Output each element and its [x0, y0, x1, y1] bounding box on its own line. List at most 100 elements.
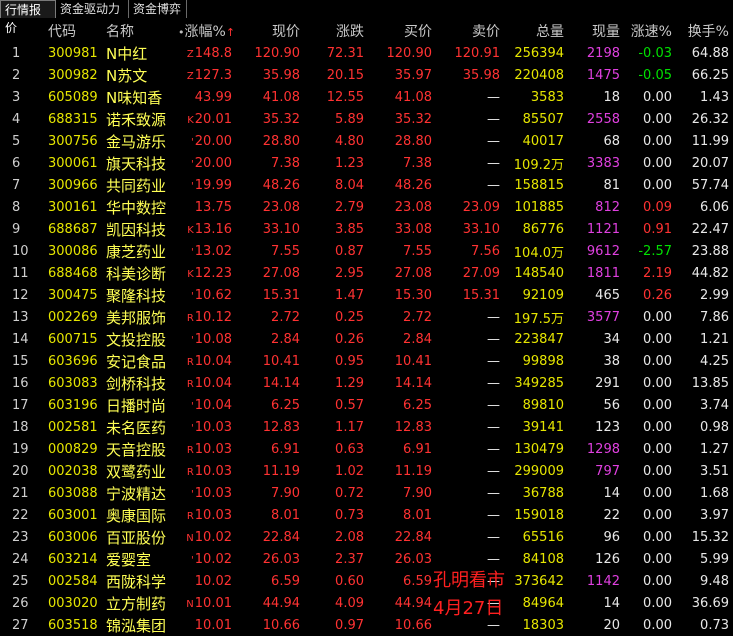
change: 0.73 — [335, 507, 364, 523]
tab-fund-drive[interactable]: 资金驱动力 — [56, 0, 129, 18]
col-code[interactable]: 代码 — [44, 20, 102, 42]
col-current-volume[interactable]: 现量 — [568, 20, 624, 42]
current-volume: 797 — [595, 463, 620, 479]
table-row[interactable]: 11 688468 科美诊断 K12.23 27.08 2.95 27.08 27.09 148… — [0, 262, 733, 284]
ask-price: 23.09 — [462, 199, 500, 215]
speed: 0.00 — [643, 111, 672, 127]
current-volume: 3383 — [586, 155, 620, 171]
table-row[interactable]: 27 603518 锦泓集团 10.01 10.66 0.97 10.66—18303 20 0… — [0, 614, 733, 636]
change-pct: '10.08 — [174, 328, 236, 350]
table-row[interactable]: 19 000829 天音控股 R10.03 6.91 0.63 6.91 — 130479 129… — [0, 438, 733, 460]
table-row[interactable]: 1 300981 N中红 Z148.8 120.90 72.31 120.90 120.91 2… — [0, 42, 733, 64]
change: 2.08 — [335, 529, 364, 545]
table-row[interactable]: 12 300475 聚隆科技 '10.62 15.31 1.47 15.30 15.31 921… — [0, 284, 733, 306]
col-speed[interactable]: 涨速% — [624, 20, 676, 42]
table-row[interactable]: 14 600715 文投控股 '10.08 2.84 0.26 2.84 — 223847 34 0… — [0, 328, 733, 350]
bid-price: 27.08 — [394, 265, 432, 281]
speed: 2.19 — [643, 265, 672, 281]
stock-tag-mark: ' — [191, 334, 194, 346]
col-turnover[interactable]: 换手% — [676, 20, 733, 42]
price: 44.94 — [262, 595, 300, 611]
col-ask[interactable]: 卖价 — [436, 20, 504, 42]
col-name[interactable]: 名称 — [102, 20, 174, 42]
table-row[interactable]: 4 688315 诺禾致源 K20.01 35.32 5.89 35.32 — 85507 255… — [0, 108, 733, 130]
table-row[interactable]: 3 605089 N味知香 43.99 41.08 12.55 41.08 — 3583 18 0.… — [0, 86, 733, 108]
change-pct: '10.02 — [174, 548, 236, 570]
stock-code: 688468 — [48, 265, 98, 281]
total-volume: 84108 — [522, 551, 564, 567]
tab-fund-game[interactable]: 资金博弈 — [129, 0, 187, 18]
speed: 0.00 — [643, 485, 672, 501]
total-volume: 349285 — [514, 375, 564, 391]
stock-name: 立方制药 — [106, 594, 167, 613]
current-volume: 56 — [603, 397, 620, 413]
stock-tag-mark: ' — [191, 400, 194, 412]
table-row[interactable]: 17 603196 日播时尚 '10.04 6.25 0.57 6.25 — 89810 56 0.… — [0, 394, 733, 416]
change-pct: Z148.8 — [174, 42, 236, 64]
change-pct: '13.02 — [174, 240, 236, 262]
table-row[interactable]: 18 002581 未名医药 '10.03 12.83 1.17 12.83 — 39141 12… — [0, 416, 733, 438]
col-price[interactable]: 现价 — [236, 20, 304, 42]
table-row[interactable]: 10 300086 康芝药业 '13.02 7.55 0.87 7.55 7.56 104.0万… — [0, 240, 733, 262]
row-index: 8 — [12, 199, 21, 215]
current-volume: 465 — [595, 287, 620, 303]
table-row[interactable]: 24 603214 爱婴室 '10.02 26.03 2.37 26.03—84108 126… — [0, 548, 733, 570]
ask-price: — — [487, 89, 500, 105]
tab-quotes[interactable]: 行情报价 — [0, 0, 56, 35]
speed: 0.00 — [643, 551, 672, 567]
row-index: 2 — [12, 67, 21, 83]
stock-name: 共同药业 — [106, 176, 167, 195]
total-volume: 197.5万 — [513, 311, 564, 327]
change-pct: R10.04 — [174, 350, 236, 372]
table-row[interactable]: 21 603088 宁波精达 '10.03 7.90 0.72 7.90 — 36788 14 0.… — [0, 482, 733, 504]
table-row[interactable]: 9 688687 凯因科技 K13.16 33.10 3.85 33.08 33.10 8677… — [0, 218, 733, 240]
current-volume: 126 — [595, 551, 620, 567]
table-row[interactable]: 15 603696 安记食品 R10.04 10.41 0.95 10.41 — 99898 38… — [0, 350, 733, 372]
table-row[interactable]: 5 300756 金马游乐 '20.00 28.80 4.80 28.80 — 40017 68 0… — [0, 130, 733, 152]
table-row[interactable]: 13 002269 美邦服饰 R10.12 2.72 0.25 2.72 — 197.5万 357… — [0, 306, 733, 328]
table-header-row: 代码 名称 •涨幅%↑ 现价 涨跌 买价 卖价 总量 现量 涨速% 换手% — [0, 20, 733, 42]
stock-code: 603088 — [48, 485, 98, 501]
table-row[interactable]: 16 603083 剑桥科技 R10.04 14.14 1.29 14.14 — 349285 2… — [0, 372, 733, 394]
table-row[interactable]: 2 300982 N苏文 Z127.3 35.98 20.15 35.97 35.98 2204… — [0, 64, 733, 86]
turnover: 36.69 — [691, 595, 729, 611]
col-bid[interactable]: 买价 — [368, 20, 436, 42]
speed: 0.00 — [643, 617, 672, 633]
table-row[interactable]: 23 603006 百亚股份 N10.02 22.84 2.08 22.84 — 65516 96… — [0, 526, 733, 548]
table-row[interactable]: 22 603001 奥康国际 R10.03 8.01 0.73 8.01 — 159018 22 0… — [0, 504, 733, 526]
stock-name: 美邦服饰 — [106, 308, 167, 327]
col-volume[interactable]: 总量 — [504, 20, 568, 42]
row-index: 26 — [12, 595, 29, 611]
bid-price: 11.19 — [394, 463, 432, 479]
table-row[interactable]: 25 002584 西陇科学 10.02 6.59 0.60 6.59—373642 1142… — [0, 570, 733, 592]
turnover: 1.27 — [700, 441, 729, 457]
col-change-pct[interactable]: •涨幅%↑ — [174, 20, 236, 42]
stock-tag-mark: K — [187, 268, 194, 280]
ask-price: — — [487, 353, 500, 369]
table-row[interactable]: 26 003020 立方制药 N10.01 44.94 4.09 44.94—84964 14… — [0, 592, 733, 614]
stock-tag-mark: ' — [191, 290, 194, 302]
stock-name: N中红 — [106, 44, 148, 63]
change-pct-value: 10.02 — [194, 551, 232, 567]
price: 7.90 — [271, 485, 300, 501]
table-row[interactable]: 8 300161 华中数控 13.75 23.08 2.79 23.08 23.09 10188… — [0, 196, 733, 218]
change-pct-value: 10.03 — [194, 507, 232, 523]
table-row[interactable]: 6 300061 旗天科技 '20.00 7.38 1.23 7.38 — 109.2万 3383… — [0, 152, 733, 174]
price: 2.84 — [271, 331, 300, 347]
turnover: 66.25 — [691, 67, 729, 83]
col-change[interactable]: 涨跌 — [304, 20, 368, 42]
stock-tag-mark: R — [186, 510, 194, 522]
total-volume: 159018 — [514, 507, 564, 523]
stock-tag-mark: ' — [191, 180, 194, 192]
table-row[interactable]: 7 300966 共同药业 '19.99 48.26 8.04 48.26 — 158815 81… — [0, 174, 733, 196]
turnover: 64.88 — [691, 45, 729, 61]
table-row[interactable]: 20 002038 双鹭药业 R10.03 11.19 1.02 11.19 — 299009 7… — [0, 460, 733, 482]
price: 8.01 — [271, 507, 300, 523]
current-volume: 3577 — [586, 309, 620, 325]
row-index: 25 — [12, 573, 29, 589]
change: 20.15 — [326, 67, 364, 83]
stock-code: 300475 — [48, 287, 98, 303]
price: 23.08 — [262, 199, 300, 215]
ask-price: — — [487, 507, 500, 523]
change: 1.23 — [335, 155, 364, 171]
